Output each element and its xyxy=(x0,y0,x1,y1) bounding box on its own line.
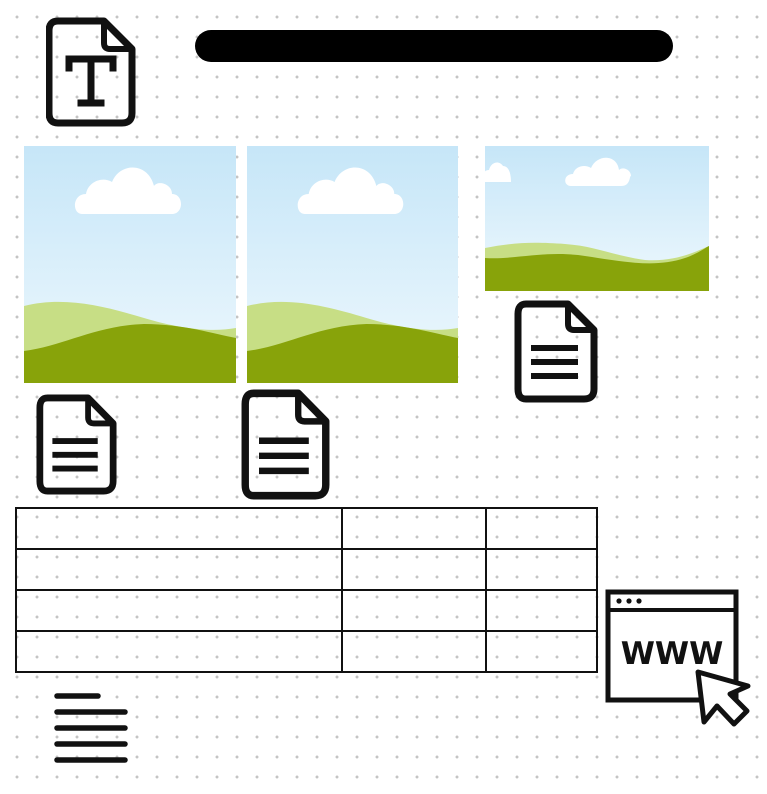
web-browser-icon[interactable]: WWW xyxy=(604,588,754,728)
image-placeholder[interactable] xyxy=(247,146,458,383)
table-cell xyxy=(341,630,487,673)
table-cell xyxy=(485,589,598,632)
mouse-cursor-icon xyxy=(695,669,751,727)
document-icon[interactable] xyxy=(36,394,117,495)
document-icon[interactable] xyxy=(514,300,598,403)
table-cell xyxy=(15,630,343,673)
table-cell xyxy=(341,507,487,550)
text-lines-icon[interactable] xyxy=(54,690,128,766)
table-cell xyxy=(341,589,487,632)
table-row xyxy=(15,589,598,632)
table-row xyxy=(15,548,598,591)
image-placeholder[interactable] xyxy=(485,146,709,291)
table-cell xyxy=(15,507,343,550)
table-cell xyxy=(15,589,343,632)
table-cell xyxy=(15,548,343,591)
document-icon[interactable] xyxy=(241,389,330,500)
text-file-icon[interactable] xyxy=(46,17,136,127)
image-placeholder[interactable] xyxy=(24,146,236,383)
table-row xyxy=(15,507,598,550)
table-cell xyxy=(341,548,487,591)
table-cell xyxy=(485,507,598,550)
table-row xyxy=(15,630,598,673)
table-cell xyxy=(485,630,598,673)
data-table xyxy=(15,507,598,673)
title-bar xyxy=(195,30,673,62)
table-cell xyxy=(485,548,598,591)
